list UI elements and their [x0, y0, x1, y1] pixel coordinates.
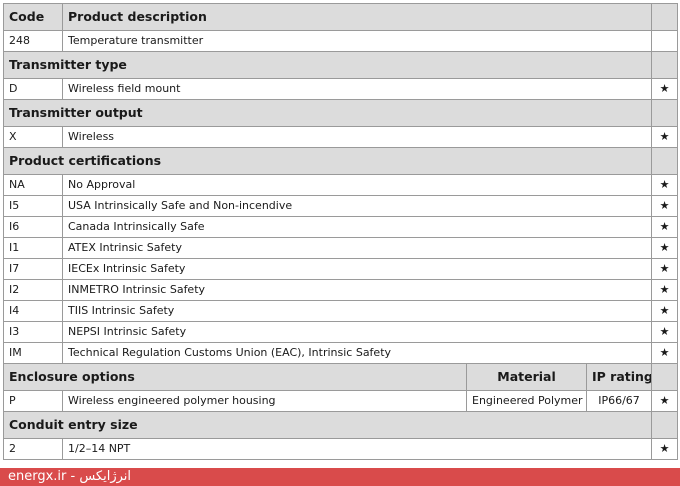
row-code: 2	[3, 438, 63, 460]
star-icon: ★	[651, 195, 679, 217]
watermark-banner: energx.ir - انرژایکس	[0, 468, 680, 486]
section-title: Transmitter output	[2, 99, 653, 127]
star-icon: ★	[651, 174, 679, 196]
row-description: Wireless	[61, 126, 653, 148]
section-title: Transmitter type	[2, 51, 653, 79]
star-icon: ★	[651, 321, 679, 343]
section-star-cell	[651, 51, 679, 79]
star-icon: ★	[651, 126, 679, 148]
star-icon: ★	[651, 78, 679, 100]
row-description: Technical Regulation Customs Union (EAC)…	[61, 342, 653, 364]
section-header-certifications: Product certifications	[2, 147, 679, 175]
row-description: 1/2–14 NPT	[61, 438, 653, 460]
row-description: ATEX Intrinsic Safety	[61, 237, 653, 259]
row-code: I7	[3, 258, 63, 280]
row-description: INMETRO Intrinsic Safety	[61, 279, 653, 301]
table-row: I7 IECEx Intrinsic Safety ★	[3, 258, 679, 280]
section-header-transmitter-output: Transmitter output	[2, 99, 679, 127]
star-icon: ★	[651, 216, 679, 238]
table-row: 2 1/2–14 NPT ★	[3, 438, 679, 460]
star-icon: ★	[651, 279, 679, 301]
row-code: NA	[3, 174, 63, 196]
section-title: Conduit entry size	[2, 411, 653, 439]
star-icon: ★	[651, 342, 679, 364]
table-row: D Wireless field mount ★	[3, 78, 679, 100]
row-code: I5	[3, 195, 63, 217]
table-header-row: Code Product description	[3, 3, 679, 31]
section-star-cell	[651, 147, 679, 175]
table-row: 248 Temperature transmitter	[3, 30, 679, 52]
section-title: Product certifications	[2, 147, 653, 175]
row-code: I4	[3, 300, 63, 322]
row-description: Temperature transmitter	[61, 30, 653, 52]
row-description: IECEx Intrinsic Safety	[61, 258, 653, 280]
table-row: I5 USA Intrinsically Safe and Non-incend…	[3, 195, 679, 217]
table-row: I1 ATEX Intrinsic Safety ★	[3, 237, 679, 259]
table-row: I2 INMETRO Intrinsic Safety ★	[3, 279, 679, 301]
code-column-header: Code	[3, 3, 63, 31]
description-column-header: Product description	[61, 3, 653, 31]
row-code: IM	[3, 342, 63, 364]
row-description: Wireless engineered polymer housing	[62, 390, 467, 412]
star-icon: ★	[651, 438, 679, 460]
row-code: P	[3, 390, 63, 412]
table-row: NA No Approval ★	[3, 174, 679, 196]
star-icon: ★	[651, 390, 679, 412]
row-description: USA Intrinsically Safe and Non-incendive	[61, 195, 653, 217]
ip-rating-column-header: IP rating	[585, 363, 653, 391]
watermark-text: energx.ir - انرژایکس	[8, 469, 132, 484]
star-icon: ★	[651, 300, 679, 322]
section-header-enclosure: Enclosure options Material IP rating	[3, 363, 679, 391]
row-code: I1	[3, 237, 63, 259]
material-column-header: Material	[466, 363, 587, 391]
row-code: I2	[3, 279, 63, 301]
row-description: Canada Intrinsically Safe	[61, 216, 653, 238]
section-star-cell	[651, 99, 679, 127]
header-star-cell	[651, 3, 679, 31]
table-row: I3 NEPSI Intrinsic Safety ★	[3, 321, 679, 343]
row-description: Wireless field mount	[61, 78, 653, 100]
ordering-table: Code Product description 248 Temperature…	[2, 3, 679, 460]
row-star	[651, 30, 679, 52]
row-ip-rating: IP66/67	[585, 390, 653, 412]
table-row: IM Technical Regulation Customs Union (E…	[3, 342, 679, 364]
row-description: TIIS Intrinsic Safety	[61, 300, 653, 322]
row-code: I6	[3, 216, 63, 238]
section-header-conduit: Conduit entry size	[2, 411, 679, 439]
row-material: Engineered Polymer	[466, 390, 587, 412]
row-code: I3	[3, 321, 63, 343]
section-star-cell	[651, 363, 679, 391]
row-code: 248	[3, 30, 63, 52]
star-icon: ★	[651, 258, 679, 280]
section-star-cell	[651, 411, 679, 439]
section-title: Enclosure options	[3, 363, 467, 391]
row-code: D	[3, 78, 63, 100]
table-row: P Wireless engineered polymer housing En…	[3, 390, 679, 412]
table-row: X Wireless ★	[3, 126, 679, 148]
row-description: No Approval	[61, 174, 653, 196]
star-icon: ★	[651, 237, 679, 259]
row-code: X	[3, 126, 63, 148]
row-description: NEPSI Intrinsic Safety	[61, 321, 653, 343]
table-row: I4 TIIS Intrinsic Safety ★	[3, 300, 679, 322]
table-row: I6 Canada Intrinsically Safe ★	[3, 216, 679, 238]
section-header-transmitter-type: Transmitter type	[2, 51, 679, 79]
